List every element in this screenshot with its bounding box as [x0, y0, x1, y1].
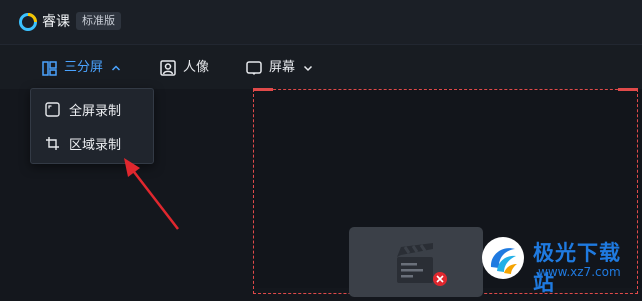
arrow-head: [124, 158, 140, 177]
arrow-shaft: [130, 167, 179, 230]
annotation-arrow: [124, 158, 179, 230]
